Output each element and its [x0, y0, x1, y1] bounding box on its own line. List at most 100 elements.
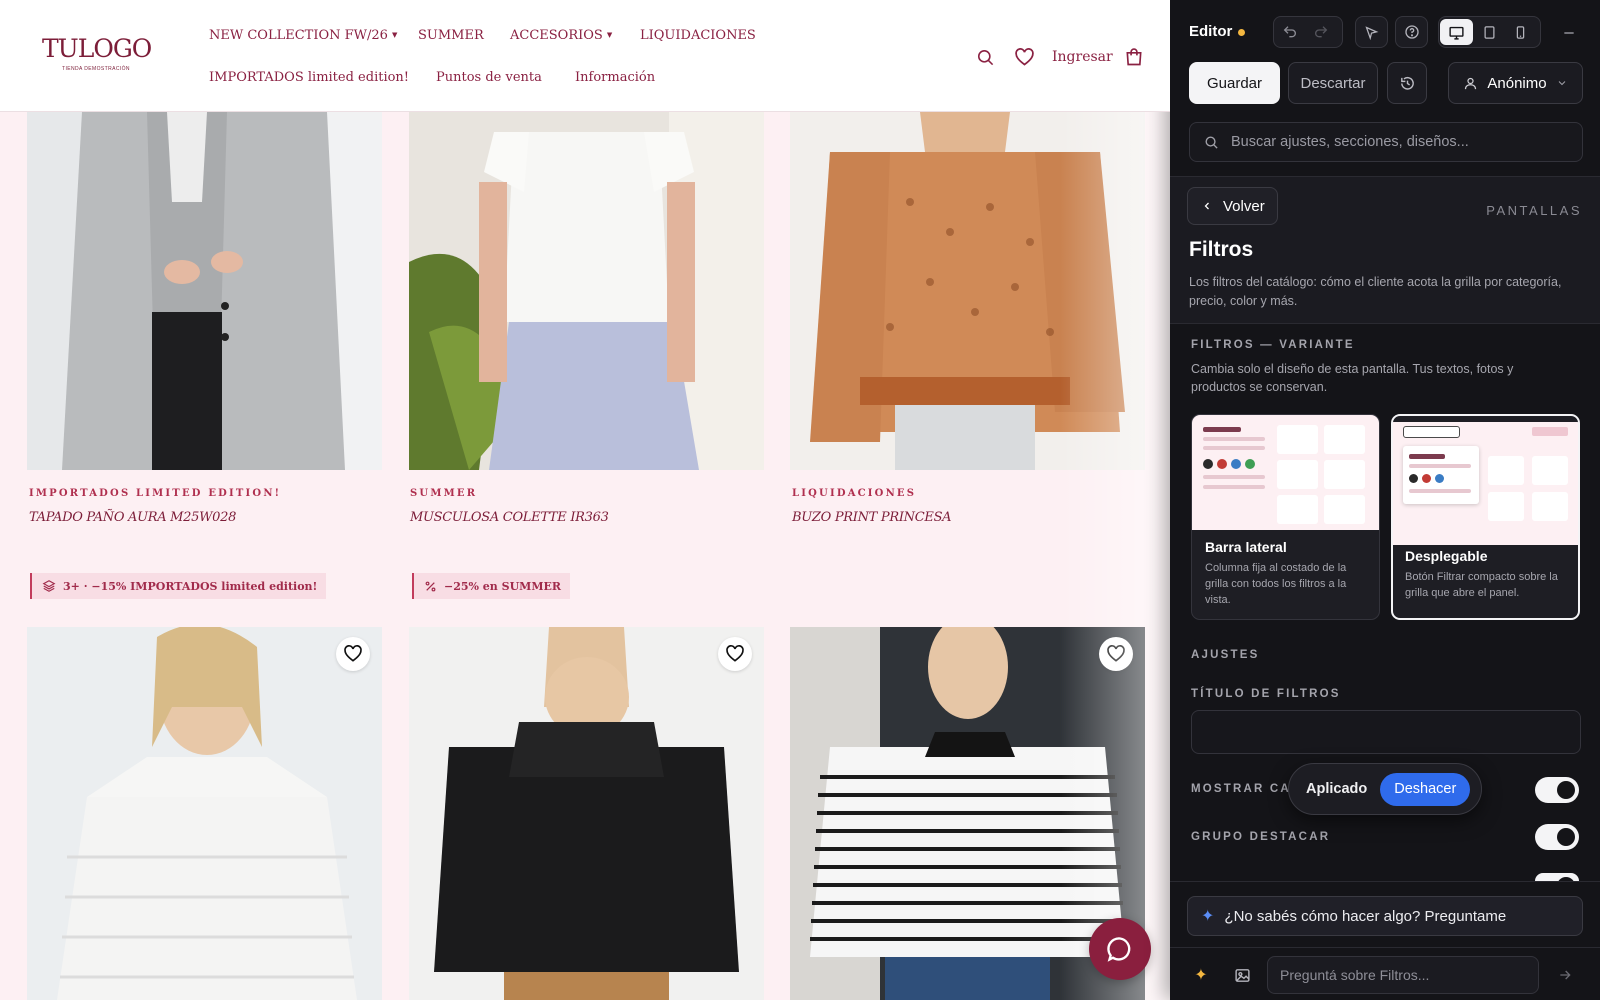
variant-name: Desplegable	[1405, 548, 1488, 564]
help-button[interactable]	[1396, 17, 1427, 47]
logo-text: TULOGO	[42, 34, 152, 63]
chevron-down-icon: ▼	[606, 31, 613, 39]
ask-bar: ✦ Preguntá sobre Filtros...	[1170, 947, 1600, 1000]
nav-importados[interactable]: IMPORTADOS limited edition!	[209, 70, 409, 85]
store-logo[interactable]: TULOGO TIENDA DEMOSTRACIÓN	[42, 34, 152, 73]
ai-button[interactable]: ✦	[1185, 959, 1217, 991]
screens-label: PANTALLAS	[1486, 203, 1582, 218]
variant-description: Cambia solo el diseño de esta pantalla. …	[1191, 362, 1514, 394]
logo-tagline: TIENDA DEMOSTRACIÓN	[62, 66, 130, 72]
chevron-left-icon	[1204, 202, 1209, 210]
wishlist-header-button[interactable]	[1013, 46, 1035, 68]
desktop-view-button[interactable]	[1440, 19, 1473, 45]
promo-text: −25% en SUMMER	[444, 579, 562, 593]
product-name[interactable]: BUZO PRINT PRINCESA	[792, 510, 952, 525]
discard-button[interactable]: Descartar	[1288, 62, 1378, 104]
filters-title-label: TÍTULO DE FILTROS	[1191, 688, 1341, 700]
list-divider	[1170, 881, 1600, 882]
nav-liquidaciones[interactable]: LIQUIDACIONES	[640, 28, 756, 43]
search-icon	[1205, 136, 1218, 149]
redo-icon	[1314, 26, 1327, 38]
device-switcher	[1438, 16, 1541, 48]
search-input[interactable]: Buscar ajustes, secciones, diseños...	[1231, 134, 1469, 150]
history-controls	[1273, 16, 1343, 48]
sparkle-icon: ✦	[1201, 908, 1215, 925]
variant-name: Barra lateral	[1205, 539, 1287, 555]
filters-title-input[interactable]	[1191, 710, 1581, 754]
variant-card-sidebar[interactable]: Barra lateral Columna fija al costado de…	[1191, 414, 1380, 620]
search-icon	[977, 49, 993, 65]
product-image-hoodie[interactable]	[409, 627, 764, 1000]
nav-new-collection[interactable]: NEW COLLECTION FW/26 ▼	[209, 28, 397, 43]
cart-button[interactable]	[1123, 46, 1145, 68]
undo-icon	[1283, 26, 1296, 38]
layers-icon	[42, 580, 56, 592]
wishlist-button[interactable]	[718, 637, 752, 671]
promo-text: 3+ · −15% IMPORTADOS limited edition!	[63, 579, 318, 593]
chevron-down-icon: ▼	[391, 31, 398, 39]
ask-input[interactable]: Preguntá sobre Filtros...	[1267, 956, 1539, 994]
editor-panel: Editor Guardar Descartar Anónimo Buscar …	[1170, 0, 1600, 1000]
group-setting-label: GRUPO DESTACAR	[1191, 831, 1331, 843]
product-image-coat[interactable]	[27, 112, 382, 470]
redo-button[interactable]	[1305, 17, 1336, 47]
minimize-button[interactable]	[1561, 25, 1577, 41]
product-category: LIQUIDACIONES	[792, 488, 917, 499]
product-image-top[interactable]	[409, 112, 764, 470]
cursor-icon	[1365, 25, 1379, 40]
heart-icon	[344, 645, 362, 662]
help-tool	[1395, 16, 1428, 48]
undo-change-button[interactable]: Deshacer	[1380, 772, 1471, 806]
back-label: Volver	[1223, 197, 1265, 215]
unsaved-indicator	[1238, 29, 1245, 36]
variant-preview-sidebar	[1192, 415, 1379, 530]
nav-puntos-de-venta[interactable]: Puntos de venta	[436, 70, 542, 85]
heart-icon	[1014, 47, 1034, 66]
show-setting-label: MOSTRAR CAN	[1191, 783, 1302, 795]
section-header: Volver PANTALLAS Filtros Los filtros del…	[1170, 176, 1600, 324]
toast-text: Aplicado	[1306, 781, 1368, 797]
product-name[interactable]: TAPADO PAÑO AURA M25W028	[29, 510, 236, 525]
nav-informacion[interactable]: Información	[575, 70, 655, 85]
settings-search[interactable]: Buscar ajustes, secciones, diseños...	[1189, 122, 1583, 162]
login-link[interactable]: Ingresar	[1052, 49, 1113, 65]
undo-button[interactable]	[1274, 17, 1305, 47]
ai-help-button[interactable]: ✦ ¿No sabés cómo hacer algo? Preguntame	[1187, 896, 1583, 936]
nav-summer[interactable]: SUMMER	[418, 28, 484, 43]
back-button[interactable]: Volver	[1187, 187, 1278, 225]
desktop-icon	[1449, 26, 1464, 40]
next-toggle[interactable]	[1535, 873, 1579, 881]
search-button[interactable]	[974, 46, 996, 68]
product-image-sweater[interactable]	[790, 112, 1145, 470]
product-image-knit[interactable]	[27, 627, 382, 1000]
user-label: Anónimo	[1487, 74, 1547, 92]
heart-icon	[1107, 645, 1125, 662]
product-category: IMPORTADOS LIMITED EDITION!	[29, 488, 282, 499]
heart-icon	[726, 645, 744, 662]
section-description: Los filtros del catálogo: cómo el client…	[1189, 275, 1562, 308]
user-icon	[1465, 77, 1477, 89]
select-element-button[interactable]	[1356, 17, 1387, 47]
product-category: SUMMER	[410, 488, 478, 499]
tablet-icon	[1484, 25, 1495, 39]
history-button[interactable]	[1387, 62, 1427, 104]
wishlist-button[interactable]	[1099, 637, 1133, 671]
save-button[interactable]: Guardar	[1189, 62, 1280, 104]
variant-card-dropdown[interactable]: Desplegable Botón Filtrar compacto sobre…	[1391, 414, 1580, 620]
chat-icon	[1107, 937, 1131, 962]
attach-image-button[interactable]	[1226, 959, 1258, 991]
wishlist-button[interactable]	[336, 637, 370, 671]
show-toggle[interactable]	[1535, 777, 1579, 803]
send-button[interactable]	[1549, 959, 1581, 991]
group-toggle[interactable]	[1535, 824, 1579, 850]
tablet-view-button[interactable]	[1474, 17, 1505, 47]
user-menu[interactable]: Anónimo	[1448, 62, 1583, 104]
mobile-view-button[interactable]	[1505, 17, 1536, 47]
nav-label: ACCESORIOS	[510, 28, 603, 43]
nav-accesorios[interactable]: ACCESORIOS ▼	[510, 28, 612, 43]
chat-button[interactable]	[1089, 918, 1151, 980]
editor-title: Editor	[1189, 23, 1233, 40]
variant-preview-dropdown	[1393, 422, 1578, 545]
nav-label: NEW COLLECTION FW/26	[209, 28, 388, 43]
product-name[interactable]: MUSCULOSA COLETTE IR363	[410, 510, 609, 525]
